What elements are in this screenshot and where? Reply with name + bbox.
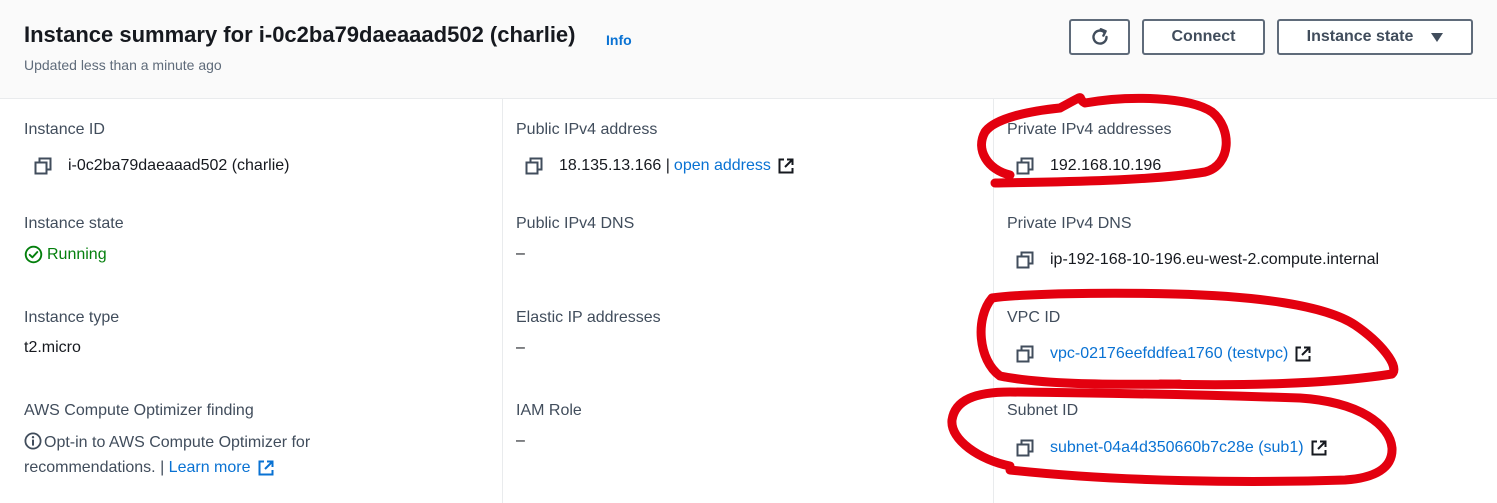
instance-id-value: i-0c2ba79daeaaad502 (charlie) xyxy=(34,157,290,175)
status-success-icon xyxy=(24,245,43,264)
instance-summary-page: Instance summary for i-0c2ba79daeaaad502… xyxy=(0,0,1497,503)
learn-more-link[interactable]: Learn more xyxy=(169,459,275,476)
private-dns-text: ip-192-168-10-196.eu-west-2.compute.inte… xyxy=(1050,251,1380,268)
copy-icon[interactable] xyxy=(1016,251,1034,269)
caret-down-icon xyxy=(1431,32,1444,42)
annotation-circle-vpc-id xyxy=(976,288,1399,390)
iam-role-value: – xyxy=(516,432,525,449)
optimizer-line-2: recommendations. | Learn more xyxy=(24,455,310,480)
learn-more-text: Learn more xyxy=(168,459,251,476)
copy-icon[interactable] xyxy=(525,157,543,175)
instance-type-label: Instance type xyxy=(24,309,120,326)
optimizer-text-line-2: recommendations. | xyxy=(24,459,165,476)
private-dns-label: Private IPv4 DNS xyxy=(1007,215,1132,232)
page-title: Instance summary for i-0c2ba79daeaaad502… xyxy=(24,22,576,47)
private-dns-value: ip-192-168-10-196.eu-west-2.compute.inte… xyxy=(1016,251,1379,269)
public-ipv4-label: Public IPv4 address xyxy=(516,121,658,138)
open-address-link[interactable]: open address xyxy=(674,157,771,175)
refresh-icon xyxy=(1091,28,1108,45)
iam-role-label: IAM Role xyxy=(516,402,582,419)
instance-state-value: Running xyxy=(24,245,107,264)
updated-status: Updated less than a minute ago xyxy=(24,57,222,73)
external-link-icon[interactable] xyxy=(1310,439,1328,457)
subnet-id-link[interactable]: subnet-04a4d350660b7c28e (sub1) xyxy=(1050,439,1304,457)
info-link[interactable]: Info xyxy=(606,32,632,48)
optimizer-text-line-1: Opt-in to AWS Compute Optimizer for xyxy=(44,434,311,451)
copy-icon[interactable] xyxy=(34,157,52,175)
instance-type-value: t2.micro xyxy=(24,339,81,356)
vpc-id-value: vpc-02176eefddfea1760 (testvpc) xyxy=(1016,345,1312,363)
private-ipv4-text: 192.168.10.196 xyxy=(1050,157,1162,174)
instance-id-text: i-0c2ba79daeaaad502 (charlie) xyxy=(68,157,290,174)
private-ipv4-label: Private IPv4 addresses xyxy=(1007,121,1172,138)
refresh-button[interactable] xyxy=(1069,19,1130,55)
summary-header: Instance summary for i-0c2ba79daeaaad502… xyxy=(0,0,1497,99)
compute-optimizer-label: AWS Compute Optimizer finding xyxy=(24,402,254,419)
elastic-ip-label: Elastic IP addresses xyxy=(516,309,661,326)
private-ipv4-value: 192.168.10.196 xyxy=(1016,157,1161,175)
copy-icon[interactable] xyxy=(1016,439,1034,457)
connect-button[interactable]: Connect xyxy=(1142,19,1265,55)
public-ipv4-text: 18.135.13.166 | xyxy=(559,157,670,174)
public-ipv4-value: 18.135.13.166 | open address xyxy=(525,157,795,175)
elastic-ip-value: – xyxy=(516,339,525,356)
vpc-id-link[interactable]: vpc-02176eefddfea1760 (testvpc) xyxy=(1050,345,1288,363)
external-link-icon[interactable] xyxy=(1294,345,1312,363)
running-status-text: Running xyxy=(47,245,107,263)
external-link-icon xyxy=(258,460,273,476)
optimizer-line-1: Opt-in to AWS Compute Optimizer for xyxy=(24,430,310,455)
subnet-id-label: Subnet ID xyxy=(1007,402,1079,419)
vpc-id-label: VPC ID xyxy=(1007,309,1061,326)
instance-state-dropdown[interactable]: Instance state xyxy=(1277,19,1473,55)
public-dns-value: – xyxy=(516,245,525,262)
subnet-id-value: subnet-04a4d350660b7c28e (sub1) xyxy=(1016,439,1328,457)
copy-icon[interactable] xyxy=(1016,157,1034,175)
instance-id-label: Instance ID xyxy=(24,121,105,138)
column-divider xyxy=(502,99,503,503)
external-link-icon[interactable] xyxy=(777,157,795,175)
instance-state-label: Instance state xyxy=(1306,28,1414,45)
copy-icon[interactable] xyxy=(1016,345,1034,363)
info-circle-icon xyxy=(24,432,42,450)
column-divider xyxy=(993,99,994,503)
compute-optimizer-message: Opt-in to AWS Compute Optimizer for reco… xyxy=(24,430,310,480)
open-address-text: open address xyxy=(673,157,771,174)
instance-state-field-label: Instance state xyxy=(24,215,124,232)
public-dns-label: Public IPv4 DNS xyxy=(516,215,635,232)
